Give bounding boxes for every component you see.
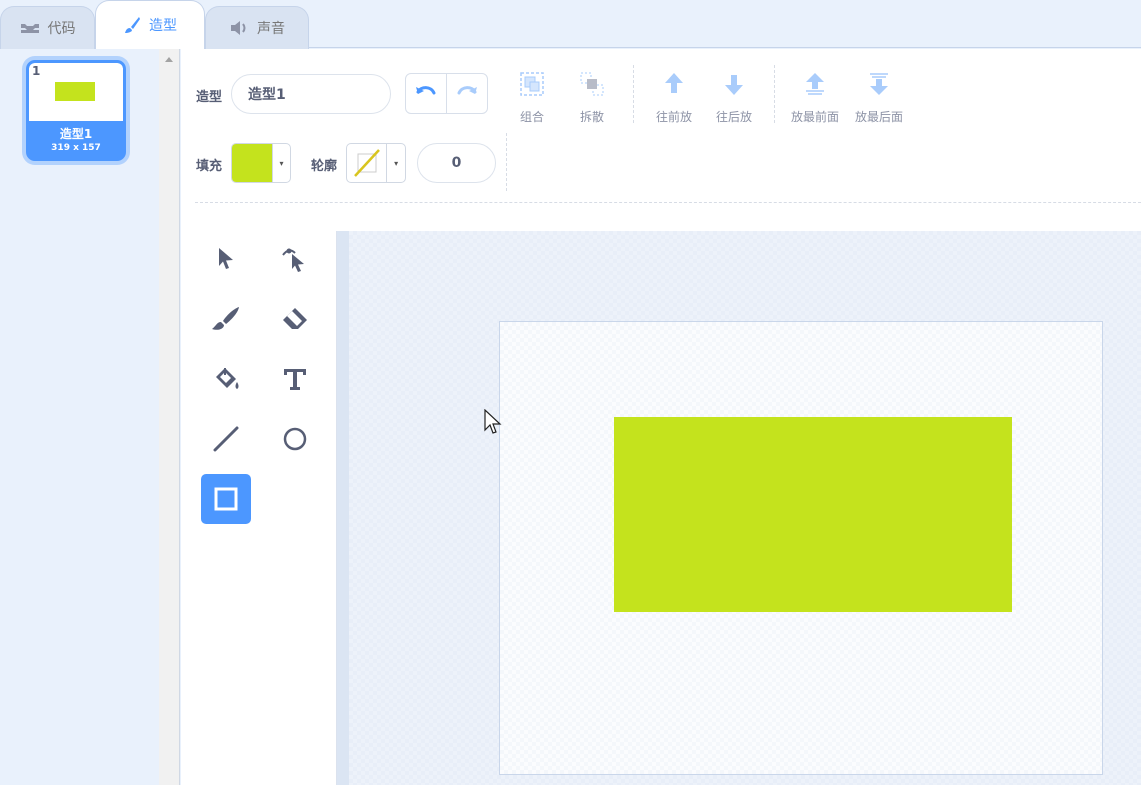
costume-stage[interactable]	[499, 321, 1103, 775]
group-label: 组合	[519, 110, 544, 124]
forward-button[interactable]: 往前放	[656, 71, 692, 125]
fill-color-picker[interactable]: ▾	[231, 143, 291, 183]
backward-button[interactable]: 往后放	[716, 71, 752, 125]
undo-redo-group	[405, 73, 488, 114]
bring-to-front-icon	[802, 71, 828, 100]
costume-list: 1 造型1 319 x 157	[0, 49, 159, 785]
undo-button[interactable]	[406, 74, 446, 113]
costume-number: 1	[32, 64, 41, 78]
brush-tool[interactable]	[201, 294, 251, 344]
backward-label: 往后放	[716, 110, 753, 124]
tab-sounds-label: 声音	[257, 21, 285, 37]
tab-sounds[interactable]: 声音	[205, 6, 309, 49]
circle-icon	[283, 427, 307, 451]
group-icon	[519, 71, 545, 100]
line-icon	[213, 426, 239, 452]
outline-dropdown-arrow-icon[interactable]: ▾	[386, 144, 405, 182]
costume-thumbnail-shape	[55, 82, 95, 101]
mouse-cursor-icon	[484, 408, 502, 439]
no-outline-icon	[353, 149, 380, 177]
costume-name-label: 造型	[196, 90, 223, 105]
costume-list-scrollbar[interactable]	[159, 49, 180, 785]
rectangle-icon	[214, 487, 238, 511]
text-tool[interactable]	[270, 354, 320, 404]
group-button[interactable]: 组合	[519, 71, 545, 125]
reshape-tool[interactable]	[270, 234, 320, 284]
front-label: 放最前面	[791, 110, 840, 124]
paintbrush-icon	[123, 16, 141, 34]
tab-costumes-label: 造型	[149, 18, 177, 34]
fill-label: 填充	[196, 159, 223, 174]
costume-item[interactable]: 1 造型1 319 x 157	[26, 60, 126, 161]
redo-button[interactable]	[446, 74, 487, 113]
undo-icon	[415, 84, 437, 104]
select-tool[interactable]	[201, 234, 251, 284]
forward-label: 往前放	[656, 110, 693, 124]
fill-dropdown-arrow-icon[interactable]: ▾	[272, 144, 290, 182]
code-icon	[20, 21, 40, 35]
canvas-left-strip	[337, 231, 349, 785]
tab-bar: 代码 造型 声音	[0, 0, 1141, 49]
toolbar-divider	[633, 65, 634, 123]
move-forward-icon	[661, 71, 687, 100]
arrow-pointer-icon	[219, 248, 233, 269]
reshape-icon	[282, 248, 304, 272]
toolbar-bottom-divider	[195, 202, 1141, 203]
speaker-icon	[229, 20, 249, 36]
outline-color-swatch[interactable]	[347, 144, 386, 182]
bring-to-front-button[interactable]: 放最前面	[791, 71, 839, 125]
ungroup-icon	[579, 71, 605, 100]
redo-icon	[456, 84, 478, 104]
outline-width-input[interactable]	[417, 143, 496, 183]
move-backward-icon	[721, 71, 747, 100]
back-label: 放最后面	[855, 110, 904, 124]
outline-label: 轮廓	[311, 159, 338, 174]
tab-code[interactable]: 代码	[0, 6, 95, 49]
eraser-tool[interactable]	[270, 294, 320, 344]
fill-color-swatch[interactable]	[232, 144, 272, 182]
paint-canvas-area[interactable]	[336, 231, 1141, 785]
costume-name: 造型1	[59, 127, 93, 141]
ungroup-label: 拆散	[579, 110, 604, 124]
eraser-icon	[283, 308, 307, 329]
text-icon	[284, 369, 306, 390]
scroll-up-arrow-icon[interactable]	[165, 57, 173, 62]
send-to-back-button[interactable]: 放最后面	[855, 71, 903, 125]
toolbar-divider	[774, 65, 775, 123]
brush-icon	[212, 307, 239, 330]
rectangle-shape[interactable]	[614, 417, 1012, 612]
send-to-back-icon	[866, 71, 892, 100]
line-tool[interactable]	[201, 414, 251, 464]
ungroup-button[interactable]: 拆散	[579, 71, 605, 125]
circle-tool[interactable]	[270, 414, 320, 464]
paint-bucket-icon	[216, 368, 239, 389]
outline-color-picker[interactable]: ▾	[346, 143, 406, 183]
costume-name-input[interactable]	[231, 74, 391, 114]
costume-size: 319 x 157	[51, 143, 101, 153]
toolbar-divider	[506, 133, 507, 191]
tab-code-label: 代码	[47, 21, 76, 37]
costume-thumbnail	[29, 63, 123, 121]
paint-editor: 造型 组合 拆散 往前放	[181, 49, 1141, 785]
fill-tool[interactable]	[201, 354, 251, 404]
rectangle-tool[interactable]	[201, 474, 251, 524]
tab-costumes[interactable]: 造型	[95, 0, 205, 49]
